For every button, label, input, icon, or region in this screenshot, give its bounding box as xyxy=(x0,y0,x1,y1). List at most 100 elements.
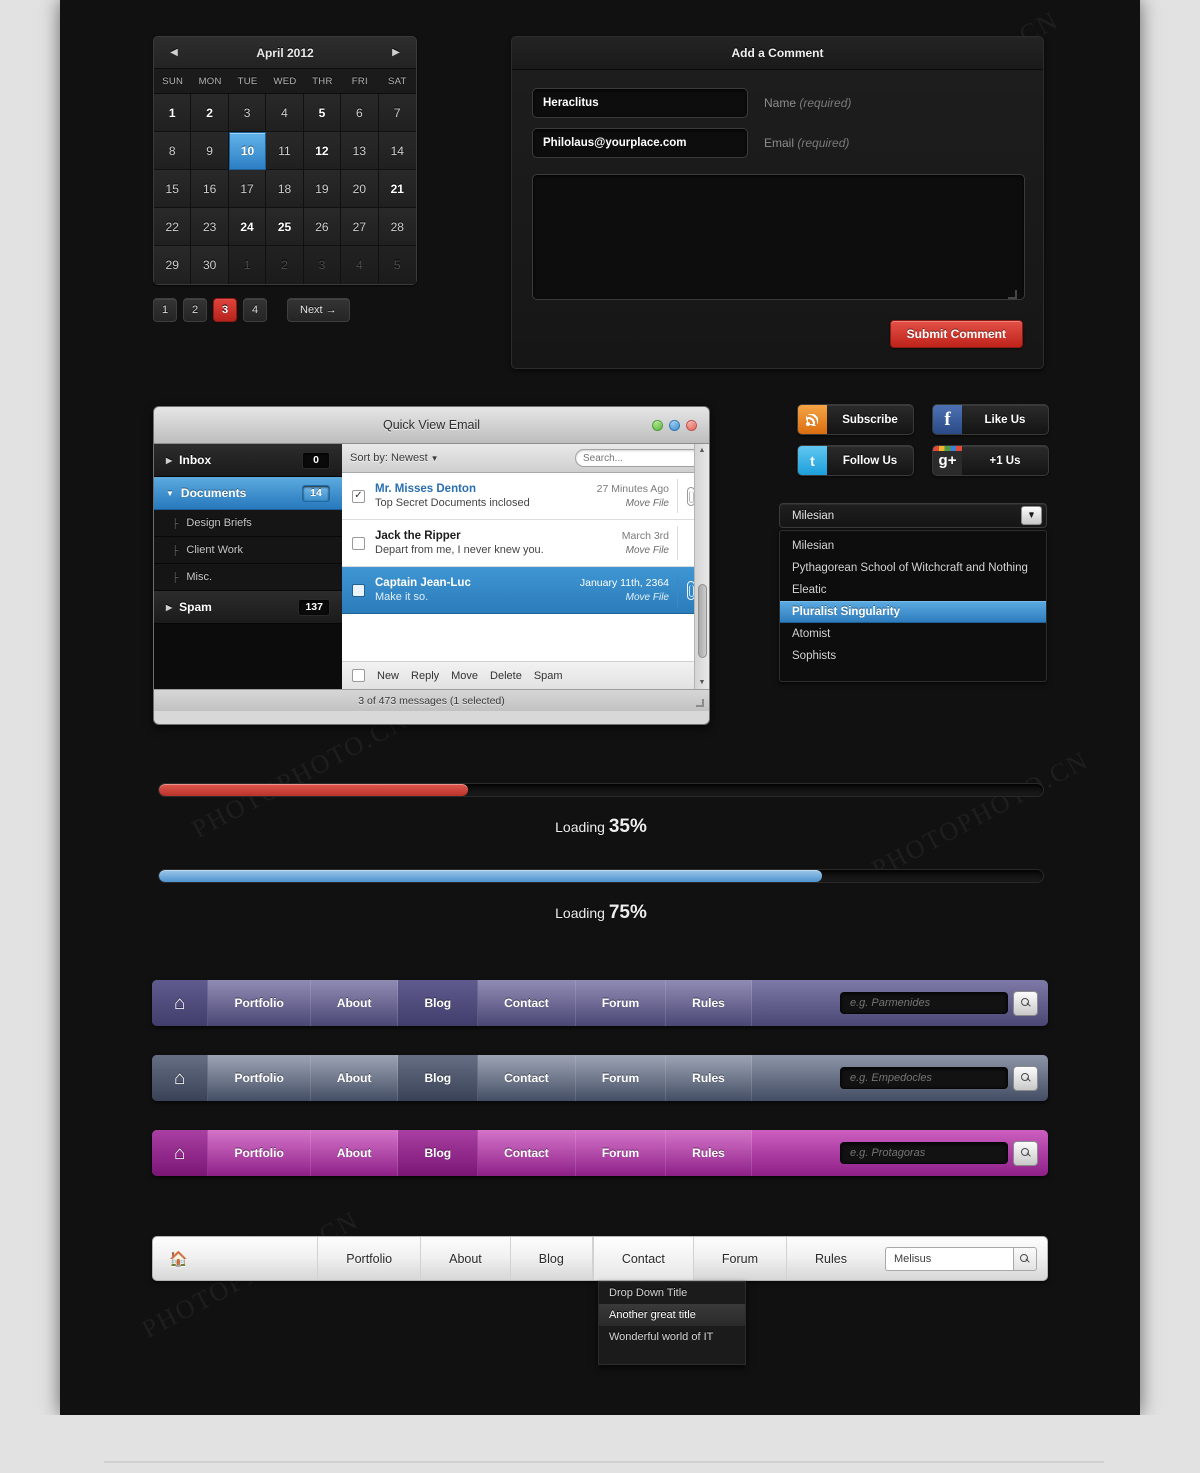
nav-item-about[interactable]: About xyxy=(310,1130,399,1176)
search-input[interactable] xyxy=(840,1067,1008,1089)
home-icon[interactable]: ⌂ xyxy=(152,1130,209,1176)
navbar-magenta[interactable]: ⌂ Portfolio About Blog Contact Forum Rules xyxy=(152,1130,1048,1176)
navbar-search[interactable] xyxy=(840,980,1048,1026)
calendar-day[interactable]: 30 xyxy=(191,246,229,284)
caret-right-icon[interactable]: ▶ xyxy=(166,456,172,465)
nav-item-blog[interactable]: Blog xyxy=(398,1130,479,1176)
calendar-day[interactable]: 1 xyxy=(228,246,267,284)
search-input[interactable] xyxy=(840,992,1008,1014)
calendar-day[interactable]: 6 xyxy=(341,94,379,132)
sidebar-subfolder[interactable]: ├ Design Briefs xyxy=(154,510,342,537)
sidebar-folder-spam[interactable]: ▶ Spam 137 xyxy=(154,591,342,624)
nav-item-about[interactable]: About xyxy=(310,980,399,1026)
calendar-day[interactable]: 4 xyxy=(266,94,304,132)
minimize-dot-icon[interactable] xyxy=(652,420,663,431)
nav-item-forum[interactable]: Forum xyxy=(694,1237,788,1280)
home-icon[interactable]: ⌂ xyxy=(152,980,209,1026)
select-all-checkbox[interactable] xyxy=(352,669,365,682)
social-button-follow-us[interactable]: t Follow Us xyxy=(797,445,914,476)
calendar-day[interactable]: 25 xyxy=(266,208,304,246)
email-sidebar[interactable]: ▶ Inbox 0 ▼ Documents 14 ├ Design Briefs ├ Client… xyxy=(154,444,342,689)
email-action-bar[interactable]: New Reply Move Delete Spam xyxy=(342,661,709,689)
scrollbar-thumb[interactable] xyxy=(698,584,707,658)
select-option[interactable]: Sophists xyxy=(780,645,1046,667)
message-move-file-link[interactable]: Move File xyxy=(622,545,669,556)
nav-item-forum[interactable]: Forum xyxy=(575,1130,667,1176)
calendar-day[interactable]: 11 xyxy=(266,132,304,170)
action-move[interactable]: Move xyxy=(451,670,478,682)
search-button[interactable] xyxy=(1013,1065,1038,1091)
email-scrollbar[interactable]: ▲ ▼ xyxy=(694,444,709,689)
calendar-day[interactable]: 14 xyxy=(378,132,416,170)
calendar-day[interactable]: 15 xyxy=(154,170,192,208)
calendar-day[interactable]: 26 xyxy=(303,208,342,246)
message-move-file-link[interactable]: Move File xyxy=(597,498,669,509)
calendar-day[interactable]: 5 xyxy=(303,94,342,132)
calendar-day[interactable]: 3 xyxy=(228,94,267,132)
calendar-day-selected[interactable]: 10 xyxy=(228,132,267,170)
caret-right-icon[interactable]: ▶ xyxy=(166,603,172,612)
search-button[interactable] xyxy=(1013,1140,1038,1166)
nav-item-portfolio[interactable]: Portfolio xyxy=(208,1055,311,1101)
message-row[interactable]: ✓ Mr. Misses Denton Top Secret Documents i… xyxy=(342,473,709,520)
dropdown-item[interactable]: Wonderful world of IT xyxy=(599,1326,745,1348)
email-search-input[interactable] xyxy=(583,452,709,464)
search-input-box[interactable] xyxy=(885,1246,1013,1271)
social-button-like-us[interactable]: f Like Us xyxy=(932,404,1049,435)
search-button[interactable] xyxy=(1013,1246,1037,1271)
sidebar-subfolder[interactable]: ├ Misc. xyxy=(154,564,342,591)
navbar-search[interactable] xyxy=(840,1055,1048,1101)
calendar-prev-icon[interactable]: ◀ xyxy=(166,47,182,58)
pagination[interactable]: 1 2 3 4 Next → xyxy=(153,298,350,322)
home-icon[interactable]: 🏠 xyxy=(153,1237,204,1280)
calendar-day[interactable]: 7 xyxy=(378,94,416,132)
sidebar-folder-inbox[interactable]: ▶ Inbox 0 xyxy=(154,444,342,477)
search-input[interactable] xyxy=(840,1142,1008,1164)
calendar-day[interactable]: 4 xyxy=(341,246,379,284)
calendar-day[interactable]: 13 xyxy=(341,132,379,170)
action-reply[interactable]: Reply xyxy=(411,670,439,682)
navbar-search[interactable] xyxy=(875,1237,1047,1280)
select-option[interactable]: Milesian xyxy=(780,535,1046,557)
nav-item-rules[interactable]: Rules xyxy=(666,980,752,1026)
nav-item-contact[interactable]: Contact xyxy=(478,980,576,1026)
calendar-day[interactable]: 5 xyxy=(378,246,416,284)
calendar-grid[interactable]: 1 2 3 4 5 6 7 8 9 10 11 12 13 14 15 16 17 18 19 20 21 22 23 24 2… xyxy=(154,94,416,284)
nav-item-rules[interactable]: Rules xyxy=(787,1237,875,1280)
action-delete[interactable]: Delete xyxy=(490,670,522,682)
calendar-day[interactable]: 19 xyxy=(303,170,342,208)
home-icon[interactable]: ⌂ xyxy=(152,1055,209,1101)
navbar-dropdown-menu[interactable]: Drop Down Title Another great title Wond… xyxy=(598,1281,746,1365)
calendar-day[interactable]: 2 xyxy=(191,94,229,132)
calendar-day[interactable]: 20 xyxy=(341,170,379,208)
message-checkbox[interactable] xyxy=(352,536,365,550)
email-search-box[interactable] xyxy=(575,449,709,467)
close-dot-icon[interactable] xyxy=(686,420,697,431)
select-option-selected[interactable]: Pluralist Singularity xyxy=(780,601,1046,623)
calendar-day[interactable]: 16 xyxy=(191,170,229,208)
calendar-day[interactable]: 9 xyxy=(191,132,229,170)
nav-item-portfolio[interactable]: Portfolio xyxy=(208,980,311,1026)
submit-comment-button[interactable]: Submit Comment xyxy=(889,320,1023,348)
scroll-up-icon[interactable]: ▲ xyxy=(699,444,706,457)
calendar-day[interactable]: 18 xyxy=(266,170,304,208)
calendar-day[interactable]: 8 xyxy=(154,132,192,170)
dropdown-item[interactable]: Drop Down Title xyxy=(599,1282,745,1304)
calendar-day[interactable]: 24 xyxy=(228,208,267,246)
message-checkbox[interactable] xyxy=(352,583,365,597)
calendar-next-icon[interactable]: ▶ xyxy=(388,47,404,58)
navbar-slate[interactable]: ⌂ Portfolio About Blog Contact Forum Rules xyxy=(152,1055,1048,1101)
maximize-dot-icon[interactable] xyxy=(669,420,680,431)
social-button-subscribe[interactable]: Subscribe xyxy=(797,404,914,435)
next-page-button[interactable]: Next → xyxy=(287,298,350,322)
navbar-search[interactable] xyxy=(840,1130,1048,1176)
page-button-active[interactable]: 3 xyxy=(213,298,237,322)
message-list[interactable]: ✓ Mr. Misses Denton Top Secret Documents i… xyxy=(342,473,709,661)
navbar-white[interactable]: 🏠 Portfolio About Blog Contact Forum Rul… xyxy=(152,1236,1048,1281)
nav-item-rules[interactable]: Rules xyxy=(666,1130,752,1176)
search-button[interactable] xyxy=(1013,990,1038,1016)
page-button[interactable]: 2 xyxy=(183,298,207,322)
chevron-down-icon[interactable]: ▼ xyxy=(1021,506,1042,525)
nav-item-portfolio[interactable]: Portfolio xyxy=(318,1237,422,1280)
navbar-purple[interactable]: ⌂ Portfolio About Blog Contact Forum Rules xyxy=(152,980,1048,1026)
